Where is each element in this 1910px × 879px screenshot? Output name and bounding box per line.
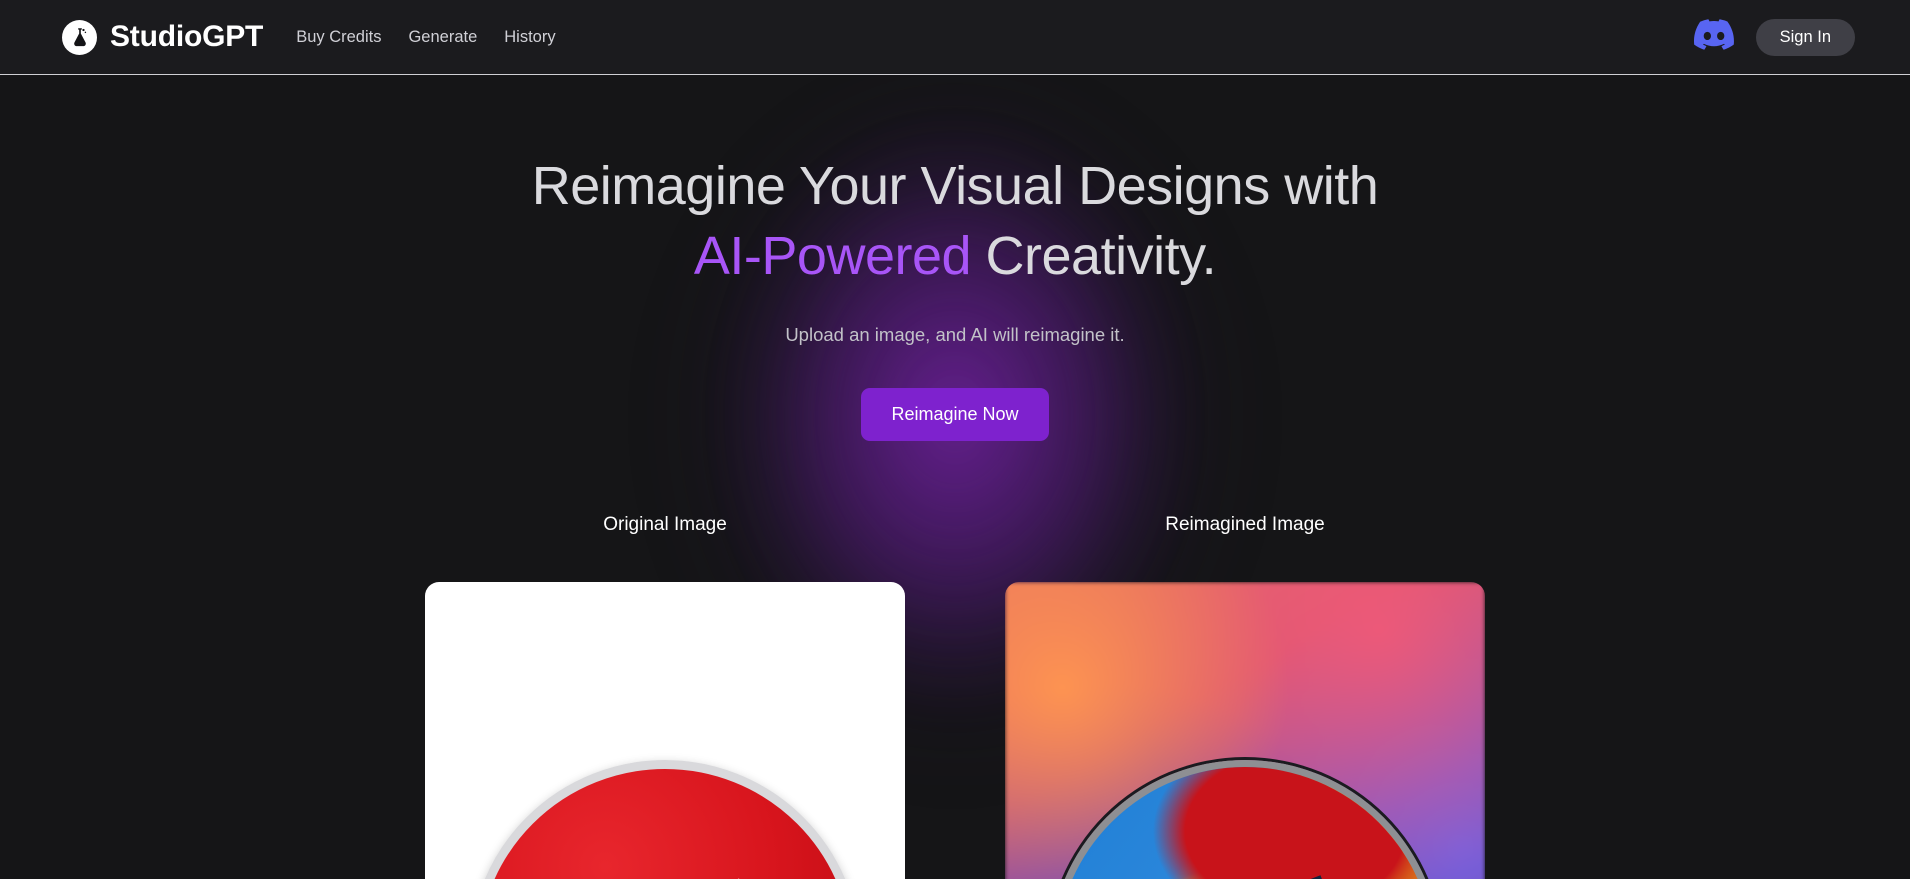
hero-section: Reimagine Your Visual Designs with AI-Po… xyxy=(0,75,1910,441)
hero-title-accent: AI-Powered xyxy=(693,226,972,286)
reimagined-image-card[interactable]: out xyxy=(1005,582,1485,879)
reimagined-badge-graphic: out xyxy=(1049,760,1441,879)
header-actions: Sign In xyxy=(1693,18,1855,56)
reimagined-paint-spill xyxy=(1056,767,1434,879)
reimagined-image-label: Reimagined Image xyxy=(1165,514,1325,535)
original-image-column: Original Image out xyxy=(425,514,905,879)
hero-cta-wrap: Reimagine Now xyxy=(0,388,1910,441)
original-badge-graphic: out xyxy=(469,760,861,879)
page-root: StudioGPT Buy Credits Generate History S… xyxy=(0,0,1910,879)
reimagine-now-button[interactable]: Reimagine Now xyxy=(861,388,1049,441)
original-image-label: Original Image xyxy=(603,514,727,535)
nav-generate[interactable]: Generate xyxy=(408,28,477,47)
hero-title-tail: Creativity. xyxy=(971,226,1217,286)
page-title: Reimagine Your Visual Designs with AI-Po… xyxy=(0,159,1910,283)
nav-history[interactable]: History xyxy=(504,28,555,47)
original-badge-text: out xyxy=(532,838,799,879)
site-header: StudioGPT Buy Credits Generate History S… xyxy=(0,0,1910,75)
reimagined-image-column: Reimagined Image out xyxy=(1005,514,1485,879)
discord-icon[interactable] xyxy=(1693,19,1734,55)
hero-title-line2: AI-Powered Creativity. xyxy=(0,229,1910,283)
original-image-card[interactable]: out xyxy=(425,582,905,879)
primary-nav: Buy Credits Generate History xyxy=(296,28,555,47)
hero-title-line1: Reimagine Your Visual Designs with xyxy=(531,156,1379,216)
flask-icon xyxy=(62,19,97,55)
brand-name: StudioGPT xyxy=(110,20,264,53)
image-comparison-section: Original Image out Reimagined Image out xyxy=(0,514,1910,879)
nav-buy-credits[interactable]: Buy Credits xyxy=(296,28,381,47)
sign-in-button[interactable]: Sign In xyxy=(1755,18,1855,56)
brand-logo[interactable]: StudioGPT xyxy=(62,19,264,55)
hero-subtitle: Upload an image, and AI will reimagine i… xyxy=(785,324,1125,345)
